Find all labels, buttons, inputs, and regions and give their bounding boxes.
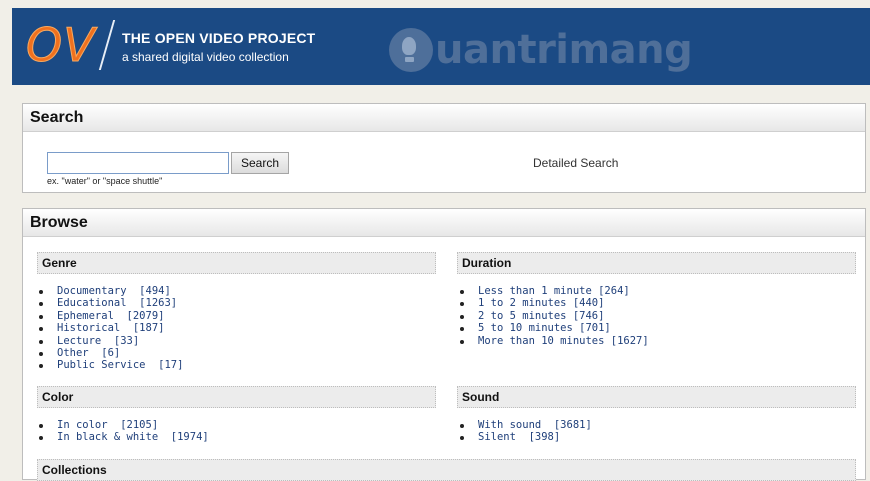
sound-list: With sound [3681] Silent [398] [460,419,592,444]
site-title[interactable]: THE OPEN VIDEO PROJECT [122,30,315,46]
logo-divider [98,20,116,70]
duration-item-1-2[interactable]: 1 to 2 minutes [440] [460,297,649,309]
bullet-icon [39,436,43,441]
sound-heading: Sound [457,386,856,408]
search-button[interactable]: Search [231,152,289,174]
bullet-icon [39,314,43,319]
bullet-icon [39,351,43,356]
sound-item-with-sound[interactable]: With sound [3681] [460,419,592,431]
search-input[interactable] [47,152,229,174]
collections-heading: Collections [37,459,856,481]
duration-item-under-1[interactable]: Less than 1 minute [264] [460,285,649,297]
color-list: In color [2105] In black & white [1974] [39,419,209,444]
detailed-search-link[interactable]: Detailed Search [533,156,618,170]
color-heading: Color [37,386,436,408]
search-heading: Search [23,104,865,132]
bullet-icon [460,314,464,319]
genre-item-public-service[interactable]: Public Service [17] [39,359,183,371]
search-hint: ex. "water" or "space shuttle" [47,176,163,186]
bullet-icon [39,290,43,294]
site-subtitle: a shared digital video collection [122,50,289,64]
duration-heading: Duration [457,252,856,274]
bullet-icon [460,290,464,294]
bullet-icon [39,424,43,428]
browse-panel: Browse Genre Documentary [494] Education… [22,208,866,481]
bullet-icon [460,327,464,332]
genre-item-educational[interactable]: Educational [1263] [39,297,183,309]
genre-item-historical[interactable]: Historical [187] [39,322,183,334]
duration-item-5-10[interactable]: 5 to 10 minutes [701] [460,322,649,334]
bullet-icon [39,364,43,369]
bullet-icon [39,339,43,344]
ov-logo[interactable]: OV [26,22,96,69]
bullet-icon [460,436,464,441]
genre-item-ephemeral[interactable]: Ephemeral [2079] [39,310,183,322]
genre-heading: Genre [37,252,436,274]
bullet-icon [460,424,464,428]
bullet-icon [39,327,43,332]
duration-item-over-10[interactable]: More than 10 minutes [1627] [460,335,649,347]
lightbulb-icon [389,28,433,72]
color-item-black-white[interactable]: In black & white [1974] [39,431,209,443]
browse-heading: Browse [23,209,865,237]
bullet-icon [460,302,464,307]
quantrimang-watermark: uantrimang [389,22,693,78]
sound-item-silent[interactable]: Silent [398] [460,431,592,443]
duration-item-2-5[interactable]: 2 to 5 minutes [746] [460,310,649,322]
genre-list: Documentary [494] Educational [1263] Eph… [39,285,183,372]
site-header: OV THE OPEN VIDEO PROJECT a shared digit… [12,8,870,85]
bullet-icon [460,339,464,344]
duration-list: Less than 1 minute [264] 1 to 2 minutes … [460,285,649,347]
genre-item-documentary[interactable]: Documentary [494] [39,285,183,297]
watermark-text: uantrimang [435,27,693,73]
bullet-icon [39,302,43,307]
search-panel: Search Search ex. "water" or "space shut… [22,103,866,193]
genre-item-other[interactable]: Other [6] [39,347,183,359]
color-item-in-color[interactable]: In color [2105] [39,419,209,431]
genre-item-lecture[interactable]: Lecture [33] [39,335,183,347]
